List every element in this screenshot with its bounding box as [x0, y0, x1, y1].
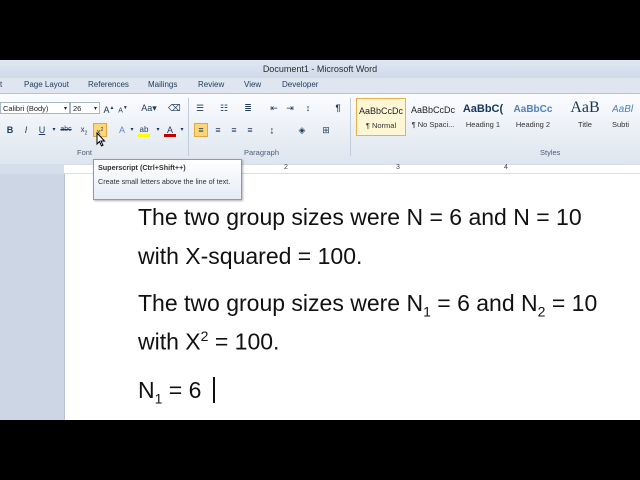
text-caret: [213, 377, 215, 403]
style-no-spacing[interactable]: AaBbCcDc ¶ No Spaci...: [408, 98, 458, 136]
borders-icon[interactable]: ⊞: [320, 124, 332, 136]
ruler-mark: 4: [504, 164, 508, 171]
style-sample: AaBbCc: [513, 104, 553, 115]
text-run: = 6: [162, 377, 202, 403]
font-name-value: Calibri (Body): [3, 104, 49, 113]
chevron-down-icon[interactable]: ▾: [176, 124, 188, 136]
grow-font-icon[interactable]: A▲: [103, 102, 115, 115]
tab-developer[interactable]: Developer: [282, 80, 318, 89]
underline-icon[interactable]: U: [36, 124, 48, 136]
subscript-text: 1: [423, 303, 431, 320]
ribbon: Calibri (Body) ▾ 26 ▾ A▲ A▼ Aa▾ ⌫ B I U …: [0, 93, 640, 165]
text-run: N: [138, 377, 155, 403]
shading-icon[interactable]: ◈: [296, 124, 308, 136]
text-line-1: The two group sizes were N = 6 and N = 1…: [138, 204, 582, 230]
subscript-icon[interactable]: x2: [78, 124, 90, 137]
align-center-icon[interactable]: ≡: [212, 124, 224, 136]
text-line-2: with X-squared = 100.: [138, 243, 363, 269]
tab-view[interactable]: View: [244, 80, 261, 89]
clear-formatting-icon[interactable]: ⌫: [168, 102, 181, 114]
paragraph-group-label: Paragraph: [244, 148, 280, 157]
style-title[interactable]: AaB Title: [560, 98, 610, 136]
ruler-mark: 2: [284, 164, 288, 171]
ribbon-tabs: t Page Layout References Mailings Review…: [0, 78, 640, 93]
align-right-icon[interactable]: ≡: [228, 124, 240, 136]
tooltip-title: Superscript (Ctrl+Shift++): [98, 163, 186, 172]
ruler-mark: 3: [396, 164, 400, 171]
increase-indent-icon[interactable]: ⇥: [284, 102, 296, 114]
styles-group-label: Styles: [540, 148, 561, 157]
style-normal[interactable]: AaBbCcDc ¶ Normal: [356, 98, 406, 136]
mouse-pointer-icon: [96, 132, 106, 147]
text-line-3: The two group sizes were N1 = 6 and N2 =…: [138, 290, 597, 320]
line-spacing-icon[interactable]: ↨: [266, 124, 278, 136]
bold-icon[interactable]: B: [4, 124, 16, 136]
tab-review[interactable]: Review: [198, 80, 224, 89]
highlight-color-icon[interactable]: ab: [138, 124, 150, 137]
style-heading-1[interactable]: AaBbC( Heading 1: [458, 98, 508, 136]
text-run: = 6 and N: [430, 290, 538, 316]
font-color-icon[interactable]: A: [164, 124, 176, 137]
style-sample: AaBbC(: [462, 103, 504, 115]
chevron-down-icon[interactable]: ▾: [152, 124, 164, 136]
style-name: ¶ Normal: [365, 121, 397, 130]
window-title: Document1 - Microsoft Word: [0, 60, 640, 78]
style-name: Subti: [612, 120, 630, 129]
style-name: Heading 2: [515, 120, 551, 129]
strikethrough-icon[interactable]: abc: [60, 124, 72, 136]
text-run: The two group sizes were N: [138, 290, 424, 316]
tooltip-body: Create small letters above the line of t…: [98, 177, 231, 186]
tab-home-partial[interactable]: t: [0, 80, 2, 89]
style-sample: AaBl: [612, 104, 634, 115]
group-divider: [350, 98, 351, 156]
text-line-5: N1 = 6: [138, 377, 201, 407]
tab-mailings[interactable]: Mailings: [148, 80, 177, 89]
shrink-font-icon[interactable]: A▼: [117, 102, 129, 114]
change-case-icon[interactable]: Aa▾: [140, 102, 158, 114]
style-subtitle[interactable]: AaBl Subti: [612, 98, 640, 136]
italic-icon[interactable]: I: [20, 124, 32, 136]
chevron-down-icon: ▾: [93, 106, 97, 112]
multilevel-list-icon[interactable]: ≣: [242, 102, 254, 114]
decrease-indent-icon[interactable]: ⇤: [268, 102, 280, 114]
justify-icon[interactable]: ≡: [244, 124, 256, 136]
font-size-box[interactable]: 26 ▾: [70, 102, 100, 114]
text-run: = 10: [545, 290, 598, 316]
tab-page-layout[interactable]: Page Layout: [24, 80, 69, 89]
style-name: Heading 1: [465, 120, 501, 129]
sort-icon[interactable]: ↕: [302, 102, 314, 114]
style-name: Title: [578, 120, 592, 129]
bullets-icon[interactable]: ☰: [194, 102, 206, 114]
font-group-label: Font: [77, 148, 93, 157]
chevron-down-icon[interactable]: ▾: [126, 124, 138, 136]
font-name-box[interactable]: Calibri (Body) ▾: [0, 102, 70, 114]
align-left-icon[interactable]: ≡: [194, 123, 208, 137]
style-sample: AaB: [570, 99, 600, 116]
text-run: with X: [138, 328, 201, 355]
show-formatting-icon[interactable]: ¶: [332, 102, 344, 114]
style-name: ¶ No Spaci...: [411, 120, 455, 129]
superscript-tooltip: Superscript (Ctrl+Shift++) Create small …: [93, 159, 242, 200]
style-sample: AaBbCcDc: [410, 105, 455, 115]
tab-references[interactable]: References: [88, 80, 129, 89]
font-size-value: 26: [73, 104, 82, 113]
chevron-down-icon: ▾: [63, 106, 67, 112]
chevron-down-icon[interactable]: ▾: [48, 124, 60, 136]
style-heading-2[interactable]: AaBbCc Heading 2: [508, 98, 558, 136]
numbering-icon[interactable]: ☷: [218, 102, 230, 114]
style-sample: AaBbCcDc: [358, 106, 403, 116]
group-divider: [188, 98, 189, 156]
text-line-4: with X2 = 100.: [138, 328, 279, 356]
text-run: = 100.: [208, 328, 280, 355]
word-window: Document1 - Microsoft Word t Page Layout…: [0, 60, 640, 420]
